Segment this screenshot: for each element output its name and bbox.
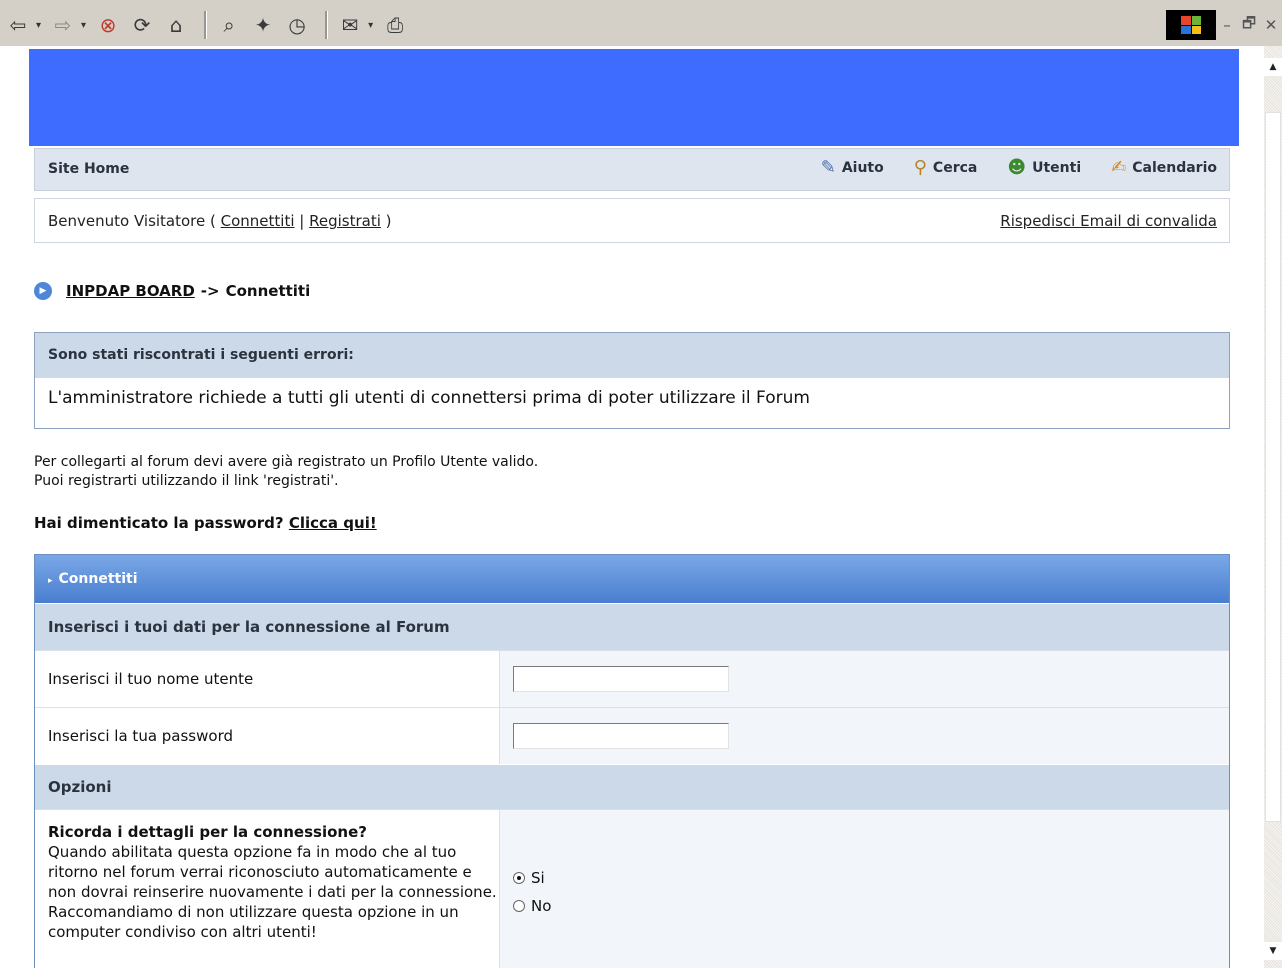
- welcome-separator: |: [294, 212, 310, 230]
- scroll-up-icon[interactable]: ▲: [1264, 58, 1282, 76]
- caret-right-icon: ▸: [48, 576, 53, 586]
- error-title: Sono stati riscontrati i seguenti errori…: [35, 333, 1229, 378]
- radio-no-label: No: [531, 897, 552, 915]
- stop-icon[interactable]: ⊗: [94, 11, 122, 39]
- mail-icon[interactable]: ✉: [336, 11, 364, 39]
- radio-selected-icon[interactable]: [513, 872, 525, 884]
- login-form-title: Connettiti: [58, 571, 138, 587]
- username-label: Inserisci il tuo nome utente: [35, 651, 500, 707]
- forward-dropdown-icon[interactable]: ▾: [81, 20, 86, 31]
- resend-validation-email-link[interactable]: Rispedisci Email di convalida: [1000, 212, 1217, 230]
- radio-yes[interactable]: Si: [513, 869, 551, 887]
- breadcrumb-home-link[interactable]: INPDAP BOARD: [66, 282, 195, 300]
- nav-link-label: Calendario: [1132, 160, 1217, 176]
- nav-link-aiuto[interactable]: ✎ Aiuto: [821, 159, 884, 177]
- password-row: Inserisci la tua password: [35, 707, 1229, 764]
- nav-link-cerca[interactable]: ⚲ Cerca: [914, 159, 978, 177]
- vertical-scrollbar[interactable]: ▲ ▼: [1264, 46, 1282, 968]
- login-link[interactable]: Connettiti: [221, 212, 295, 230]
- password-input[interactable]: [513, 723, 729, 749]
- nav-buttons-group: ⇦ ▾ ⇨ ▾ ⊗ ⟳ ⌂ ⌕ ✦ ◷ ✉ ▾ ⎙: [4, 10, 415, 40]
- forum-banner: [29, 49, 1239, 146]
- close-icon[interactable]: ✕: [1260, 16, 1282, 34]
- breadcrumb-current: Connettiti: [225, 282, 311, 300]
- print-icon[interactable]: ⎙: [381, 11, 409, 39]
- toolbar-separator: [204, 11, 208, 39]
- forum-navbar: Site Home ✎ Aiuto ⚲ Cerca ☻ Utenti ✍ Cal…: [34, 148, 1230, 191]
- back-arrow-icon[interactable]: ⇦: [4, 11, 32, 39]
- search-icon: ⚲: [913, 157, 927, 178]
- home-icon[interactable]: ⌂: [162, 11, 190, 39]
- radio-unselected-icon[interactable]: [513, 900, 525, 912]
- site-home-link[interactable]: Site Home: [48, 161, 129, 177]
- register-link[interactable]: Registrati: [309, 212, 381, 230]
- forgot-password-link[interactable]: Clicca qui!: [289, 514, 377, 532]
- forward-arrow-icon[interactable]: ⇨: [49, 11, 77, 39]
- radio-no[interactable]: No: [513, 897, 551, 915]
- info-line: Per collegarti al forum devi avere già r…: [34, 454, 539, 470]
- browser-toolbar: ⇦ ▾ ⇨ ▾ ⊗ ⟳ ⌂ ⌕ ✦ ◷ ✉ ▾ ⎙ – 🗗 ✕: [0, 0, 1282, 46]
- search-icon[interactable]: ⌕: [215, 11, 243, 39]
- restore-icon[interactable]: 🗗: [1238, 13, 1260, 38]
- navbar-links: ✎ Aiuto ⚲ Cerca ☻ Utenti ✍ Calendario: [791, 159, 1217, 177]
- toolbar-separator: [325, 11, 329, 39]
- error-message: L'amministratore richiede a tutti gli ut…: [48, 388, 810, 408]
- help-icon: ✎: [820, 157, 836, 178]
- windows-logo-icon: [1166, 10, 1216, 40]
- calendar-icon: ✍: [1111, 157, 1127, 178]
- remember-description: Quando abilitata questa opzione fa in mo…: [48, 843, 497, 941]
- refresh-icon[interactable]: ⟳: [128, 11, 156, 39]
- login-form: ▸ Connettiti Inserisci i tuoi dati per la…: [34, 554, 1230, 968]
- radio-yes-label: Si: [531, 869, 545, 887]
- nav-link-label: Cerca: [932, 160, 978, 176]
- nav-link-utenti[interactable]: ☻ Utenti: [1007, 159, 1081, 177]
- options-header: Opzioni: [35, 764, 1229, 809]
- remember-radio-group: Si No: [513, 864, 551, 920]
- nav-link-label: Utenti: [1032, 160, 1082, 176]
- password-label: Inserisci la tua password: [35, 708, 500, 764]
- welcome-prefix: Benvenuto Visitatore (: [48, 212, 221, 230]
- welcome-bar: Benvenuto Visitatore ( Connettiti | Regi…: [34, 198, 1230, 243]
- nav-link-label: Aiuto: [841, 160, 884, 176]
- login-form-header: ▸ Connettiti: [35, 555, 1229, 603]
- history-icon[interactable]: ◷: [283, 11, 311, 39]
- login-info-text: Per collegarti al forum devi avere già r…: [34, 453, 538, 491]
- minimize-icon[interactable]: –: [1216, 16, 1238, 34]
- info-line: Puoi registrarti utilizzando il link 're…: [34, 473, 339, 489]
- breadcrumb-separator: ->: [200, 282, 220, 300]
- scroll-down-icon[interactable]: ▼: [1264, 942, 1282, 960]
- forgot-password: Hai dimenticato la password? Clicca qui!: [34, 514, 377, 532]
- forgot-password-question: Hai dimenticato la password?: [34, 514, 289, 532]
- window-controls: – 🗗 ✕: [1166, 10, 1282, 40]
- play-arrow-icon: ▶: [34, 282, 52, 300]
- error-box: Sono stati riscontrati i seguenti errori…: [34, 332, 1230, 429]
- users-icon: ☻: [1007, 157, 1027, 178]
- username-input[interactable]: [513, 666, 729, 692]
- welcome-text: Benvenuto Visitatore ( Connettiti | Regi…: [48, 212, 392, 230]
- remember-title: Ricorda i dettagli per la connessione?: [48, 823, 367, 841]
- nav-link-calendario[interactable]: ✍ Calendario: [1111, 159, 1217, 177]
- login-form-subtitle: Inserisci i tuoi dati per la connessione…: [35, 603, 1229, 650]
- back-dropdown-icon[interactable]: ▾: [36, 20, 41, 31]
- mail-dropdown-icon[interactable]: ▾: [368, 20, 373, 31]
- remember-row: Ricorda i dettagli per la connessione? Q…: [35, 809, 1229, 968]
- favorites-icon[interactable]: ✦: [249, 11, 277, 39]
- breadcrumb: ▶ INPDAP BOARD -> Connettiti: [34, 280, 310, 302]
- welcome-suffix: ): [380, 212, 392, 230]
- remember-label: Ricorda i dettagli per la connessione? Q…: [35, 810, 500, 968]
- username-row: Inserisci il tuo nome utente: [35, 650, 1229, 707]
- scrollbar-thumb[interactable]: [1265, 112, 1281, 822]
